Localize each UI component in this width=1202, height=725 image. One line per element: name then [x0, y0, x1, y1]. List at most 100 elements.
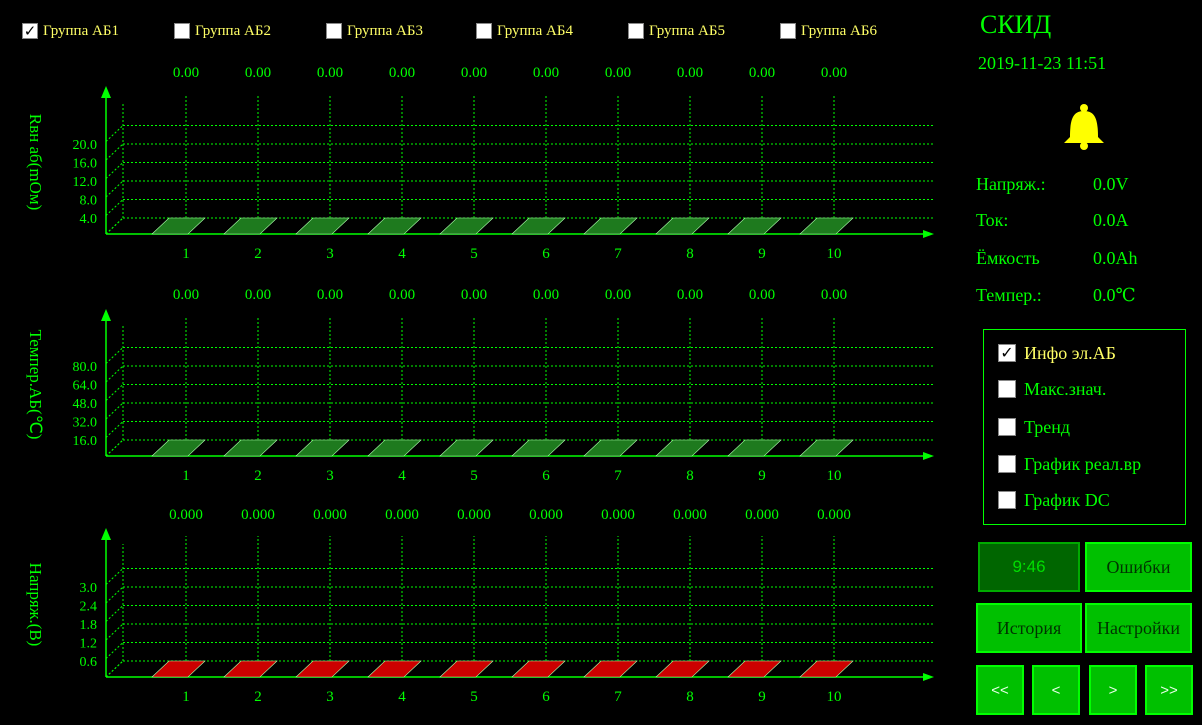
value-label: 0.00	[749, 287, 775, 303]
bar	[295, 217, 350, 235]
status-temperature-label: Темпер.:	[976, 285, 1042, 305]
floor-diagonal	[105, 439, 124, 457]
status-current-value: 0.0A	[1093, 210, 1129, 230]
chart-2: 80.0 64.0 48.0 32.0 16.0 Темпер.АБ(℃) 1 0.00 2 0.…	[26, 287, 934, 484]
bar	[583, 660, 638, 678]
value-label: 0.000	[313, 507, 347, 523]
bar	[583, 439, 638, 457]
x-tick-label: 9	[758, 246, 766, 262]
checkbox-icon[interactable]	[998, 380, 1016, 398]
last-page-button[interactable]: >>	[1145, 665, 1193, 715]
checkbox-icon[interactable]	[998, 455, 1016, 473]
y-tick-label: 1.8	[80, 618, 98, 633]
bar	[727, 217, 782, 235]
x-tick-label: 7	[614, 689, 622, 705]
grid-diagonal	[105, 421, 124, 438]
status-current-label: Ток:	[976, 210, 1009, 230]
x-tick-label: 4	[398, 246, 406, 262]
history-button[interactable]: История	[976, 603, 1082, 653]
bar	[367, 217, 422, 235]
grid-diagonal	[105, 586, 124, 604]
bar	[799, 439, 854, 457]
x-tick-label: 5	[470, 689, 478, 705]
option-label: График DC	[1024, 489, 1110, 510]
bar	[439, 439, 494, 457]
floor-diagonal	[105, 217, 124, 235]
option-max-values[interactable]: Макс.знач.	[998, 377, 1106, 401]
bar	[727, 439, 782, 457]
option-label: Инфо эл.АБ	[1024, 342, 1117, 363]
y-tick-label: 12.0	[73, 175, 98, 190]
bar	[799, 217, 854, 235]
value-label: 0.00	[317, 65, 343, 81]
value-label: 0.00	[821, 65, 847, 81]
y-tick-label: 48.0	[73, 397, 98, 412]
option-label: Макс.знач.	[1024, 378, 1107, 399]
y-tick-label: 2.4	[80, 600, 98, 615]
value-label: 0.00	[605, 65, 631, 81]
option-trend[interactable]: Тренд	[998, 415, 1070, 439]
bar	[367, 439, 422, 457]
bell-icon[interactable]	[1059, 103, 1109, 156]
grid-diagonal	[105, 384, 124, 401]
grid-diagonal	[105, 660, 124, 678]
bar	[511, 217, 566, 235]
grid-diagonal	[105, 199, 124, 216]
x-tick-label: 6	[542, 689, 550, 705]
x-tick-label: 8	[686, 689, 694, 705]
option-dc-chart[interactable]: График DC	[998, 488, 1110, 512]
settings-button[interactable]: Настройки	[1085, 603, 1192, 653]
value-label: 0.000	[385, 507, 419, 523]
checkbox-icon[interactable]: ✓	[998, 344, 1016, 362]
option-realtime-chart[interactable]: График реал.вр	[998, 452, 1141, 476]
value-label: 0.000	[169, 507, 203, 523]
time-button[interactable]: 9:46	[978, 542, 1080, 592]
x-tick-label: 4	[398, 468, 406, 484]
grid-diagonal	[105, 125, 124, 142]
errors-button[interactable]: Ошибки	[1085, 542, 1192, 592]
grid-diagonal	[105, 162, 124, 179]
y-tick-label: 16.0	[73, 434, 98, 449]
checkbox-icon[interactable]	[998, 491, 1016, 509]
grid-diagonal	[105, 402, 124, 420]
y-axis-label: Rвн аб(mOм)	[26, 114, 45, 211]
x-axis-arrow	[923, 452, 934, 460]
option-cell-info[interactable]: ✓ Инфо эл.АБ	[998, 341, 1116, 365]
value-label: 0.000	[673, 507, 707, 523]
y-tick-label: 80.0	[73, 360, 98, 375]
x-tick-label: 4	[398, 689, 406, 705]
x-axis-arrow	[923, 230, 934, 238]
y-tick-label: 4.0	[80, 212, 98, 227]
value-label: 0.000	[745, 507, 779, 523]
y-axis-label: Напряж.(В)	[26, 563, 45, 647]
grid-diagonal	[105, 439, 124, 457]
bar	[151, 660, 206, 678]
grid-diagonal	[105, 605, 124, 622]
value-label: 0.00	[605, 287, 631, 303]
bar	[295, 439, 350, 457]
option-label: График реал.вр	[1024, 453, 1142, 474]
checkbox-icon[interactable]	[998, 418, 1016, 436]
value-label: 0.00	[389, 65, 415, 81]
y-tick-label: 64.0	[73, 379, 98, 394]
bar	[799, 660, 854, 678]
x-tick-label: 2	[254, 689, 262, 705]
next-page-button[interactable]: >	[1089, 665, 1137, 715]
first-page-button[interactable]: <<	[976, 665, 1024, 715]
y-axis-arrow	[101, 309, 111, 321]
bar	[367, 660, 422, 678]
datetime: 2019-11-23 11:51	[978, 53, 1107, 73]
value-label: 0.00	[533, 287, 559, 303]
bar	[439, 217, 494, 235]
value-label: 0.000	[529, 507, 563, 523]
x-tick-label: 2	[254, 246, 262, 262]
bar	[151, 217, 206, 235]
prev-page-button[interactable]: <	[1032, 665, 1080, 715]
status-temperature-value: 0.0℃	[1093, 285, 1136, 305]
value-label: 0.00	[533, 65, 559, 81]
grid-diagonal	[105, 568, 124, 585]
x-tick-label: 5	[470, 468, 478, 484]
x-tick-label: 3	[326, 689, 334, 705]
y-tick-label: 32.0	[73, 416, 98, 431]
status-capacity-label: Ёмкость	[976, 248, 1040, 268]
